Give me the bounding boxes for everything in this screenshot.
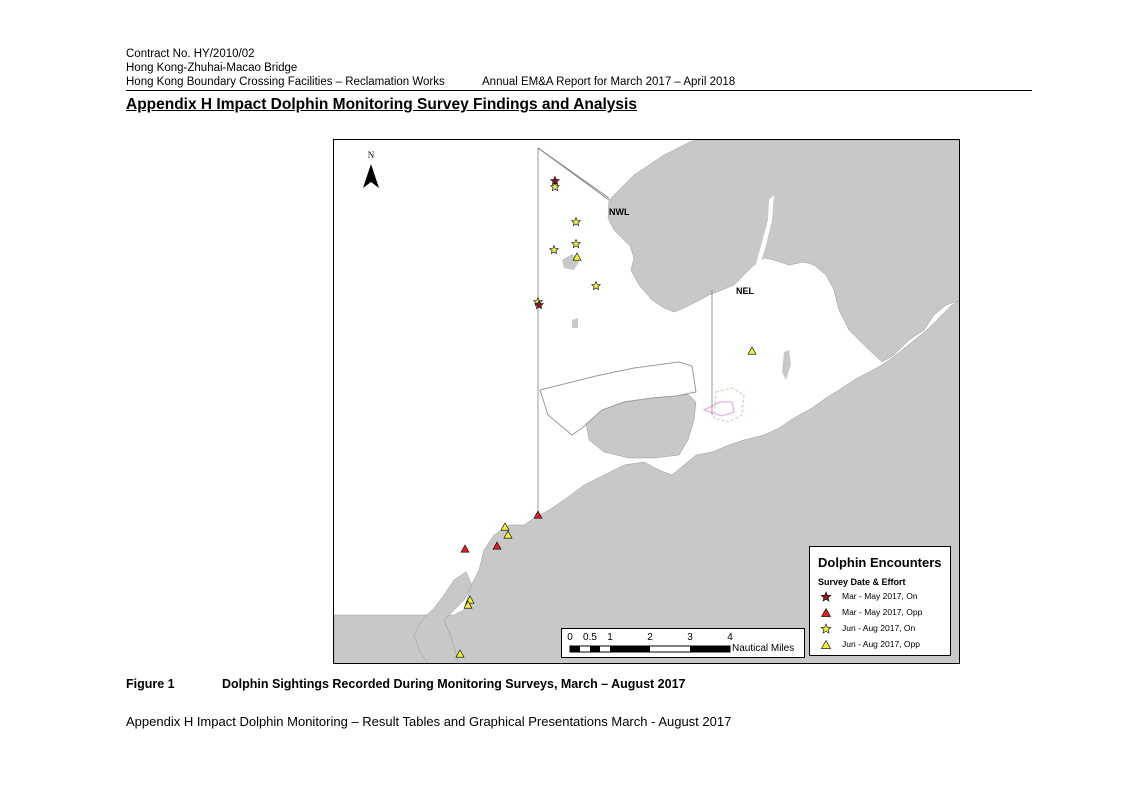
dolphin-sightings-map: NWL NEL N 0 0.5 1 2 3 4 Nautical Miles D… [333,139,960,664]
sighting-star-marker [570,216,582,227]
scale-tick: 0 [567,632,573,643]
legend-item-label: Mar - May 2017, On [842,591,918,601]
figure-caption: Dolphin Sightings Recorded During Monito… [222,677,686,691]
sighting-triangle-marker [460,544,470,553]
sighting-star-marker [590,280,602,291]
star-icon [820,623,832,634]
land-north [607,140,959,363]
site-boundary-inner [702,401,735,417]
scale-unit-label: Nautical Miles [732,643,795,654]
scale-tick: 1 [607,632,613,643]
report-name: Annual EM&A Report for March 2017 – Apri… [482,76,736,88]
island-2 [782,350,791,380]
scale-graduation [569,645,731,653]
scale-tick: 2 [647,632,653,643]
scale-bar: 0 0.5 1 2 3 4 Nautical Miles [561,628,805,658]
island-3 [572,318,578,328]
appendix-title: Appendix H Impact Dolphin Monitoring Sur… [126,96,637,113]
contract-number: Contract No. HY/2010/02 [126,48,255,60]
figure-label: Figure 1 [126,677,175,691]
project-name: Hong Kong-Zhuhai-Macao Bridge [126,62,298,74]
triangle-icon [820,639,832,649]
triangle-icon [820,607,832,617]
sighting-star-marker [549,181,561,192]
legend-subtitle: Survey Date & Effort [818,577,906,587]
sighting-triangle-marker [747,346,757,355]
north-label: N [368,150,375,160]
map-legend: Dolphin Encounters Survey Date & Effort … [809,546,951,656]
legend-title: Dolphin Encounters [818,555,942,570]
page-footer: Appendix H Impact Dolphin Monitoring – R… [126,714,732,729]
works-name: Hong Kong Boundary Crossing Facilities –… [126,76,445,88]
north-arrow: N [363,150,379,188]
legend-item-label: Mar - May 2017, Opp [842,607,923,617]
legend-item-label: Jun - Aug 2017, On [842,623,916,633]
survey-line-nw-diagonal [537,147,610,199]
area-label-nel: NEL [736,286,755,296]
scale-tick: 4 [727,632,733,643]
scale-tick: 0.5 [583,632,597,643]
site-boundary [713,387,745,423]
legend-item-label: Jun - Aug 2017, Opp [842,639,920,649]
area-label-nwl: NWL [609,207,630,217]
scale-tick: 3 [687,632,693,643]
header-rule [126,90,1032,91]
sighting-star-marker [548,244,560,255]
star-icon [820,591,832,602]
sighting-star-marker [570,238,582,249]
